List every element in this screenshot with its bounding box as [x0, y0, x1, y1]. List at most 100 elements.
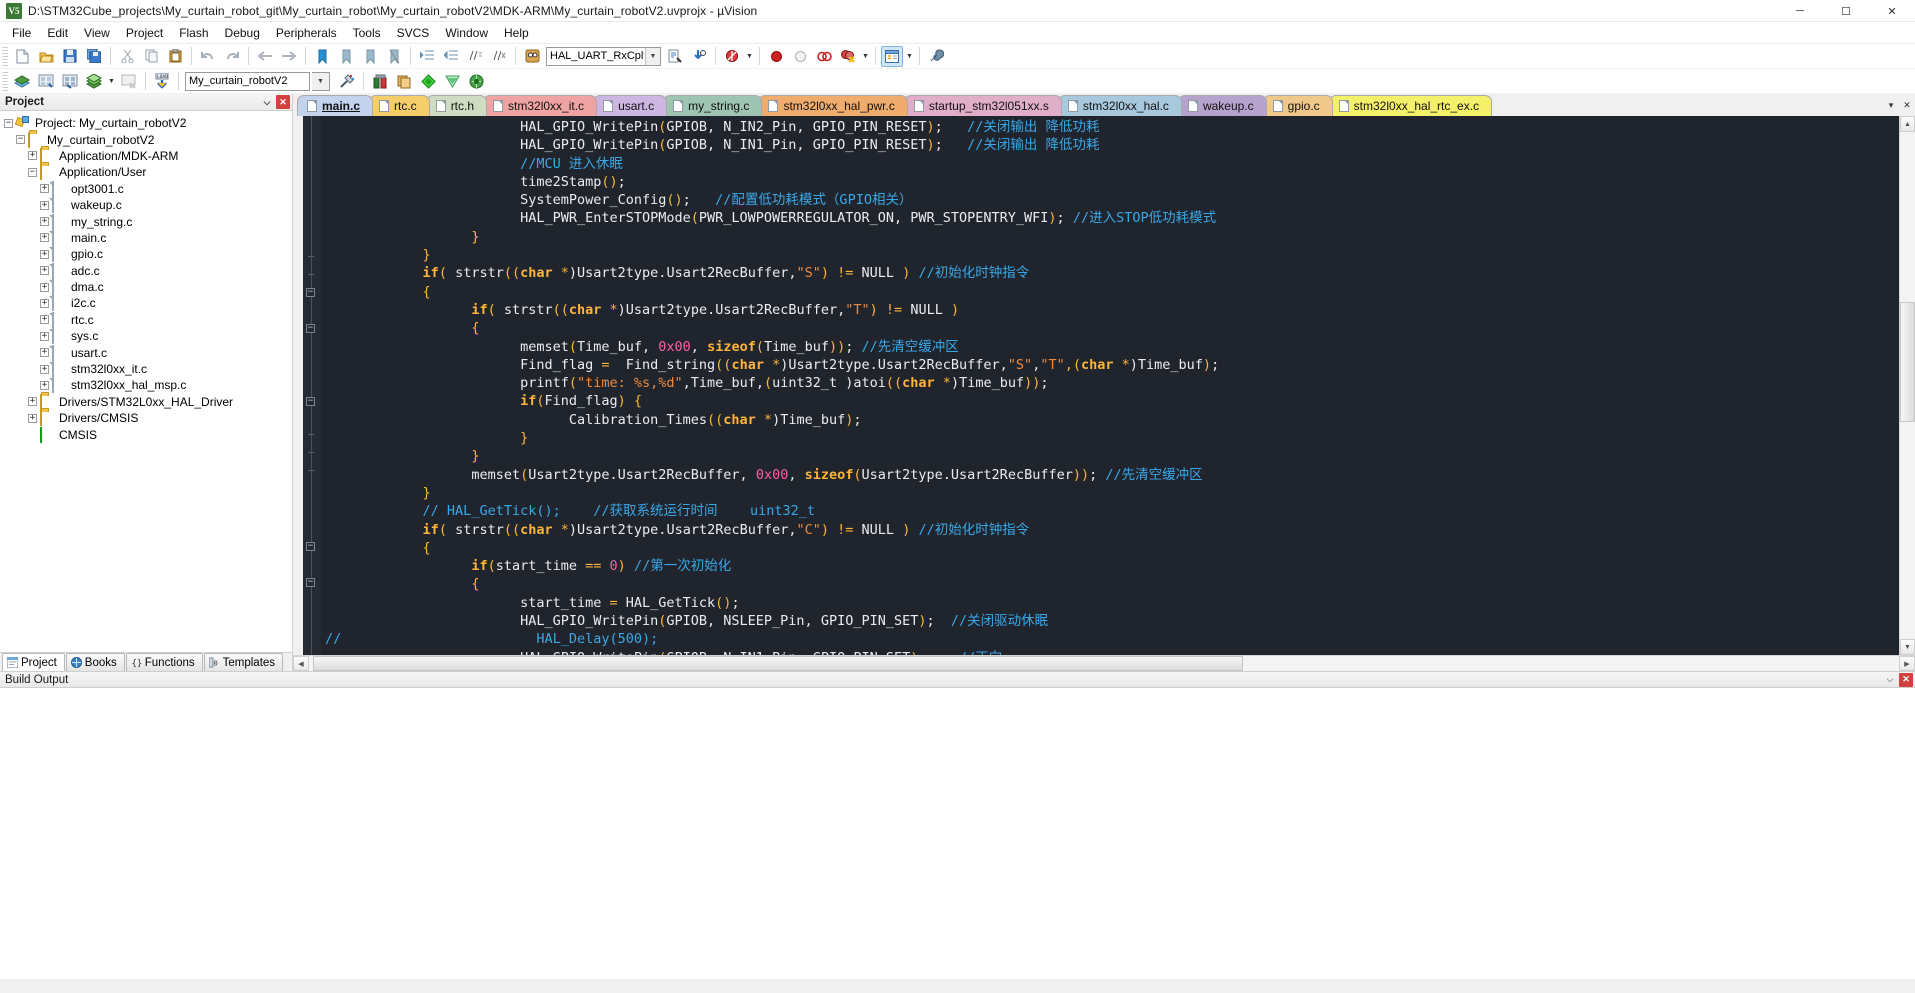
- manage-rte-icon[interactable]: [441, 71, 463, 92]
- batch-build-dropdown-icon[interactable]: ▼: [106, 71, 117, 92]
- fold-box[interactable]: −: [306, 324, 315, 333]
- tree-expander-icon[interactable]: +: [40, 233, 49, 243]
- fold-box[interactable]: −: [306, 397, 315, 406]
- rebuild-icon[interactable]: [59, 71, 81, 92]
- close-icon[interactable]: ✕: [276, 95, 290, 109]
- new-file-icon[interactable]: [11, 46, 33, 67]
- code-folding-column[interactable]: − − − − −: [303, 116, 321, 655]
- tree-expander-icon[interactable]: +: [40, 184, 49, 194]
- configure-icon[interactable]: [925, 46, 947, 67]
- hscroll-track[interactable]: [309, 656, 1899, 671]
- navigate-forward-icon[interactable]: [278, 46, 300, 67]
- tree-expander-icon[interactable]: +: [40, 282, 49, 292]
- configure-flash-tools-icon[interactable]: [465, 71, 487, 92]
- undo-icon[interactable]: [197, 46, 219, 67]
- save-icon[interactable]: [59, 46, 81, 67]
- tree-expander-icon[interactable]: +: [28, 151, 37, 161]
- manage-windows-dropdown-icon[interactable]: ▼: [904, 46, 915, 67]
- tree-expander-icon[interactable]: +: [40, 266, 49, 276]
- tree-expander-icon[interactable]: −: [16, 135, 25, 145]
- translate-icon[interactable]: [11, 71, 33, 92]
- tree-item[interactable]: + gpio.c: [4, 246, 292, 263]
- scroll-up-icon[interactable]: ▲: [1900, 116, 1915, 132]
- tree-item[interactable]: + i2c.c: [4, 295, 292, 312]
- editor-tab[interactable]: main.c: [297, 95, 374, 116]
- breakpoint-insert-icon[interactable]: [765, 46, 787, 67]
- manage-windows-icon[interactable]: [881, 45, 903, 67]
- editor-tab[interactable]: rtc.h: [425, 95, 488, 116]
- function-browse-icon[interactable]: [521, 46, 543, 67]
- tree-item[interactable]: + my_string.c: [4, 213, 292, 230]
- indent-icon[interactable]: [416, 46, 438, 67]
- tree-item[interactable]: + wakeup.c: [4, 197, 292, 214]
- editor-tab[interactable]: wakeup.c: [1177, 95, 1267, 116]
- stop-build-icon[interactable]: [118, 71, 140, 92]
- chevron-down-icon[interactable]: ▼: [645, 47, 660, 65]
- bookmark-next-icon[interactable]: [359, 46, 381, 67]
- code-text[interactable]: HAL_GPIO_WritePin(GPIOB, N_IN2_Pin, GPIO…: [321, 116, 1899, 655]
- manage-project-items-icon[interactable]: [369, 71, 391, 92]
- breakpoint-disable-icon[interactable]: [789, 46, 811, 67]
- breakpoint-kill-all-icon[interactable]: [837, 46, 859, 67]
- outdent-icon[interactable]: [440, 46, 462, 67]
- fold-box[interactable]: −: [306, 542, 315, 551]
- target-combo[interactable]: My_curtain_robotV2: [185, 71, 310, 91]
- close-icon[interactable]: ✕: [1899, 672, 1913, 687]
- paste-icon[interactable]: [164, 46, 186, 67]
- tree-item[interactable]: + sys.c: [4, 328, 292, 345]
- vscroll-thumb[interactable]: [1900, 302, 1915, 422]
- code-view[interactable]: − − − − − HAL_GPIO_WritePin(GPIOB, N_IN2…: [293, 116, 1915, 655]
- bookmark-clear-icon[interactable]: [383, 46, 405, 67]
- tree-item[interactable]: − Project: My_curtain_robotV2: [4, 115, 292, 131]
- cut-icon[interactable]: [116, 46, 138, 67]
- scroll-left-icon[interactable]: ◀: [293, 656, 309, 671]
- build-icon[interactable]: [35, 71, 57, 92]
- tree-expander-icon[interactable]: +: [28, 413, 37, 423]
- editor-vertical-scrollbar[interactable]: ▲ ▼: [1899, 116, 1915, 655]
- tree-item[interactable]: + opt3001.c: [4, 180, 292, 197]
- comment-icon[interactable]: [464, 46, 486, 67]
- menu-svcs[interactable]: SVCS: [389, 24, 438, 42]
- close-button[interactable]: ✕: [1869, 0, 1915, 22]
- vscroll-track[interactable]: [1900, 132, 1915, 639]
- editor-tab[interactable]: stm32l0xx_hal_pwr.c: [758, 95, 908, 116]
- tree-expander-icon[interactable]: +: [40, 380, 49, 390]
- maximize-button[interactable]: ☐: [1823, 0, 1869, 22]
- tree-item[interactable]: + stm32l0xx_it.c: [4, 361, 292, 378]
- tree-expander-icon[interactable]: +: [28, 397, 37, 407]
- goto-definition-icon[interactable]: [664, 46, 686, 67]
- tree-item[interactable]: + Drivers/CMSIS: [4, 410, 292, 427]
- editor-horizontal-scrollbar[interactable]: ◀ ▶: [293, 655, 1915, 671]
- tree-item[interactable]: + rtc.c: [4, 311, 292, 328]
- download-icon[interactable]: LOAD: [151, 71, 173, 92]
- debug-dropdown-icon[interactable]: ▼: [744, 46, 755, 67]
- tab-project[interactable]: Project: [2, 653, 65, 671]
- copy-icon[interactable]: [140, 46, 162, 67]
- tree-item[interactable]: + usart.c: [4, 344, 292, 361]
- pin-icon[interactable]: ⌵: [1883, 673, 1897, 687]
- batch-build-icon[interactable]: [83, 71, 105, 92]
- menu-debug[interactable]: Debug: [217, 24, 268, 42]
- editor-tab[interactable]: my_string.c: [663, 95, 763, 116]
- editor-tab[interactable]: usart.c: [593, 95, 668, 116]
- menu-flash[interactable]: Flash: [171, 24, 216, 42]
- menu-help[interactable]: Help: [496, 24, 537, 42]
- tree-item[interactable]: CMSIS: [4, 426, 292, 443]
- redo-icon[interactable]: [221, 46, 243, 67]
- editor-tab[interactable]: startup_stm32l051xx.s: [903, 95, 1062, 116]
- tree-item[interactable]: + main.c: [4, 229, 292, 246]
- navigate-back-icon[interactable]: [254, 46, 276, 67]
- breakpoint-disable-all-icon[interactable]: [813, 46, 835, 67]
- tree-expander-icon[interactable]: +: [40, 348, 49, 358]
- tree-expander-icon[interactable]: +: [40, 364, 49, 374]
- target-options-icon[interactable]: [336, 71, 358, 92]
- editor-tab[interactable]: stm32l0xx_hal_rtc_ex.c: [1328, 95, 1493, 116]
- tree-expander-icon[interactable]: +: [40, 315, 49, 325]
- menu-peripherals[interactable]: Peripherals: [268, 24, 345, 42]
- editor-tab[interactable]: gpio.c: [1262, 95, 1333, 116]
- open-file-icon[interactable]: [35, 46, 57, 67]
- build-output-body[interactable]: [0, 688, 1915, 979]
- fold-box[interactable]: −: [306, 578, 315, 587]
- debug-start-icon[interactable]: [721, 46, 743, 67]
- target-combo-chevron-down-icon[interactable]: ▼: [312, 71, 330, 91]
